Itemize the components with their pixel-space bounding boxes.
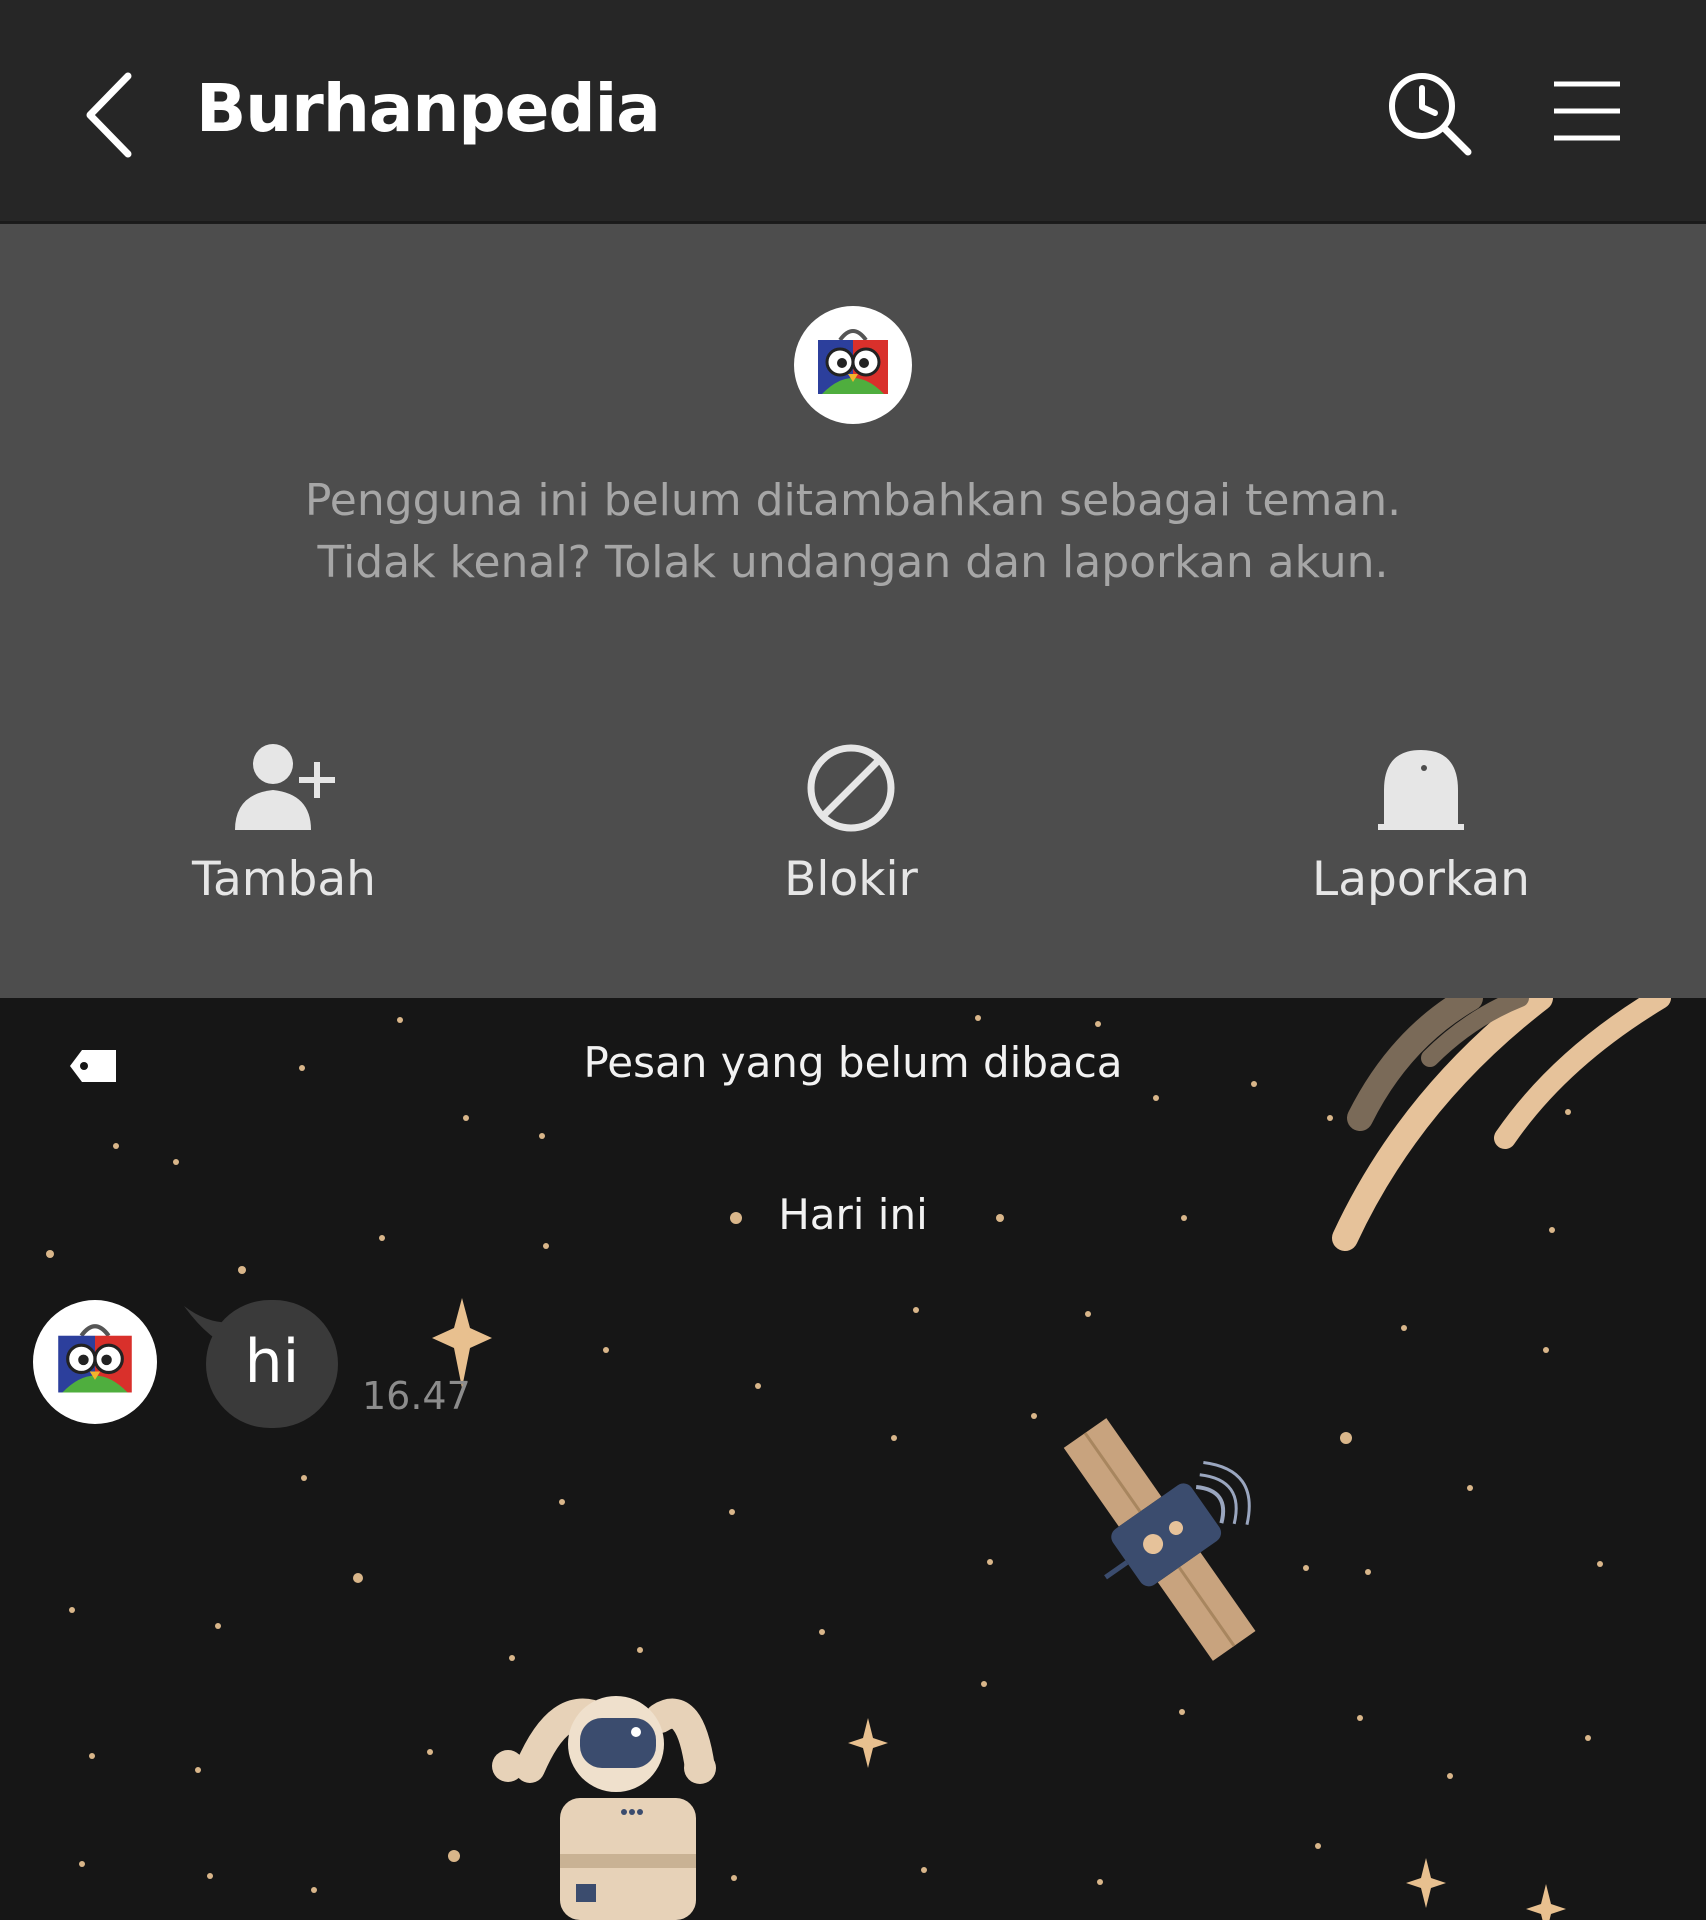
unread-divider-label: Pesan yang belum dibaca	[583, 1038, 1123, 1087]
chat-screen: Burhanpedia Pengguna ini belum ditambahk…	[0, 0, 1706, 1920]
notice-line-2: Tidak kenal? Tolak undangan dan laporkan…	[317, 537, 1389, 588]
report-button[interactable]: Laporkan	[1291, 740, 1551, 920]
notice-line-1: Pengguna ini belum ditambahkan sebagai t…	[304, 475, 1402, 526]
astronaut-illustration	[492, 1696, 716, 1920]
menu-button[interactable]	[1550, 74, 1624, 148]
chevron-left-icon	[86, 72, 132, 158]
hamburger-menu-icon	[1554, 81, 1620, 141]
block-button[interactable]: Blokir	[721, 740, 981, 920]
add-friend-icon	[235, 744, 335, 830]
report-label: Laporkan	[1312, 852, 1530, 907]
chat-title: Burhanpedia	[196, 70, 661, 147]
sender-avatar[interactable]	[33, 1300, 157, 1424]
report-icon	[1378, 750, 1464, 830]
star-dots	[46, 1015, 1603, 1893]
search-history-button[interactable]	[1386, 70, 1476, 160]
search-history-icon	[1389, 73, 1472, 156]
chat-area: Pesan yang belum dibaca Hari ini hi 16.4…	[0, 998, 1706, 1920]
date-divider-label: Hari ini	[778, 1190, 928, 1239]
shop-owl-logo-icon	[818, 329, 888, 394]
add-friend-label: Tambah	[192, 852, 376, 907]
contact-avatar[interactable]	[794, 306, 912, 424]
stranger-notice: Pengguna ini belum ditambahkan sebagai t…	[0, 470, 1706, 594]
shop-owl-logo-icon	[58, 1324, 132, 1393]
add-friend-button[interactable]: Tambah	[154, 740, 414, 920]
message-time: 16.47	[362, 1374, 471, 1418]
back-button[interactable]	[72, 62, 154, 168]
block-icon	[807, 744, 895, 832]
message-bubble[interactable]: hi	[206, 1300, 338, 1428]
top-bar: Burhanpedia	[0, 0, 1706, 223]
block-label: Blokir	[784, 852, 918, 907]
satellite-illustration	[1063, 1418, 1256, 1661]
space-wallpaper	[46, 998, 1671, 1920]
